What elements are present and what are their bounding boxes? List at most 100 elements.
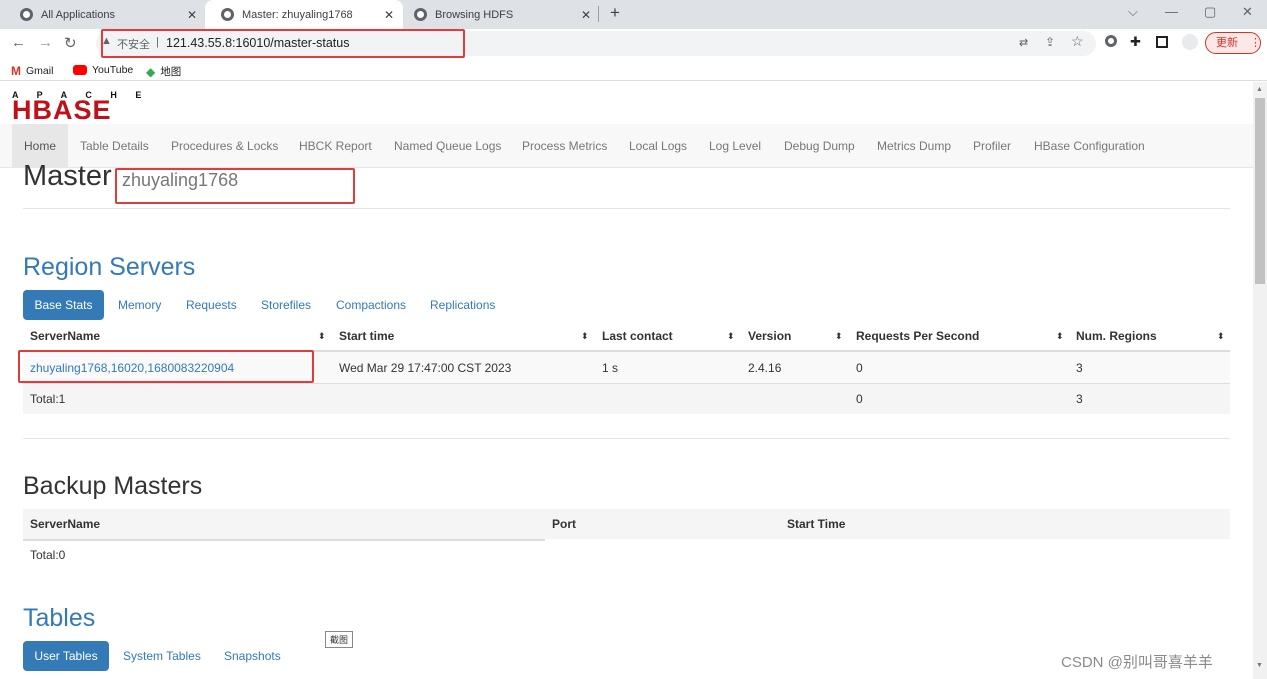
nav-hbck-report[interactable]: HBCK Report (299, 124, 372, 168)
nav-procedures-locks[interactable]: Procedures & Locks (171, 124, 278, 168)
bookmark-gmail[interactable]: M Gmail (11, 64, 53, 78)
globe-icon (414, 8, 427, 21)
bookmark-youtube[interactable]: YouTube (73, 64, 133, 76)
table-total-row (23, 384, 1230, 414)
close-tab-icon[interactable]: ✕ (581, 8, 591, 22)
highlight-box-master (115, 168, 355, 204)
new-tab-button[interactable]: + (610, 3, 620, 23)
tab-divider (598, 6, 599, 22)
restore-icon[interactable]: ▢ (1204, 4, 1216, 20)
sort-icon[interactable]: ⬍ (581, 331, 589, 342)
column-header-servername: ServerName (30, 517, 101, 531)
nav-hbase-configuration[interactable]: HBase Configuration (1034, 124, 1145, 168)
profile-avatar-icon[interactable] (1182, 34, 1198, 50)
bookmark-label: 地图 (160, 66, 182, 78)
tab-label: Browsing HDFS (435, 8, 514, 21)
update-label: 更新 (1216, 37, 1238, 49)
tab-compactions[interactable]: Compactions (336, 290, 406, 320)
bookmark-maps[interactable]: ◆ 地图 (146, 64, 181, 79)
bookmark-star-icon[interactable]: ☆ (1071, 33, 1084, 50)
globe-icon (20, 8, 33, 21)
page-title: Master (23, 160, 112, 192)
close-tab-icon[interactable]: ✕ (384, 8, 394, 22)
cell-start-time: Wed Mar 29 17:47:00 CST 2023 (339, 361, 512, 375)
cell-requests-per-second: 0 (856, 361, 863, 375)
tables-heading[interactable]: Tables (23, 604, 95, 633)
nav-metrics-dump[interactable]: Metrics Dump (877, 124, 951, 168)
page-content: A P A C H E HBASE Home Table Details Pro… (0, 82, 1253, 679)
side-panel-icon[interactable] (1156, 36, 1168, 48)
nav-profiler[interactable]: Profiler (973, 124, 1011, 168)
column-header-port: Port (552, 517, 576, 531)
scrollbar-thumb[interactable] (1255, 98, 1265, 284)
update-button[interactable]: 更新 ⋮ (1205, 32, 1261, 54)
back-icon[interactable]: ← (11, 34, 26, 51)
close-tab-icon[interactable]: ✕ (187, 8, 197, 22)
bookmarks-bar (0, 59, 1267, 81)
sort-icon[interactable]: ⬍ (727, 331, 735, 342)
highlight-box-server (18, 350, 314, 383)
tab-requests[interactable]: Requests (186, 290, 237, 320)
tab-memory[interactable]: Memory (118, 290, 161, 320)
bookmark-label: Gmail (26, 65, 54, 77)
nav-local-logs[interactable]: Local Logs (629, 124, 687, 168)
table-header-divider (23, 539, 545, 541)
nav-log-level[interactable]: Log Level (709, 124, 761, 168)
tab-search-icon[interactable]: ⌵ (1128, 4, 1138, 20)
tab-user-tables[interactable]: User Tables (23, 641, 109, 671)
tab-replications[interactable]: Replications (430, 290, 495, 320)
extension-circle-icon[interactable] (1105, 35, 1117, 47)
gmail-icon: M (11, 64, 21, 78)
scroll-up-icon[interactable]: ▲ (1256, 86, 1263, 93)
maps-icon: ◆ (146, 64, 156, 79)
divider (23, 208, 1230, 209)
sort-icon[interactable]: ⬍ (835, 331, 843, 342)
sort-icon[interactable]: ⬍ (1217, 331, 1225, 342)
tab-snapshots[interactable]: Snapshots (224, 641, 281, 671)
column-header-requests-per-second[interactable]: Requests Per Second (856, 329, 979, 343)
cell-num-regions: 3 (1076, 361, 1083, 375)
sort-icon[interactable]: ⬍ (318, 331, 326, 342)
total-label: Total:0 (30, 548, 66, 562)
tab-base-stats[interactable]: Base Stats (23, 290, 104, 320)
column-header-num-regions[interactable]: Num. Regions (1076, 329, 1157, 343)
extensions-icon[interactable]: ✚ (1130, 34, 1141, 50)
nav-named-queue-logs[interactable]: Named Queue Logs (394, 124, 501, 168)
column-header-start-time: Start Time (787, 517, 846, 531)
sort-icon[interactable]: ⬍ (1056, 331, 1064, 342)
screenshot-tooltip: 截图 (325, 631, 354, 648)
scroll-down-icon[interactable]: ▼ (1256, 662, 1263, 669)
share-icon[interactable]: ⇪ (1045, 35, 1055, 49)
cell-last-contact: 1 s (602, 361, 619, 375)
nav-process-metrics[interactable]: Process Metrics (522, 124, 607, 168)
nav-debug-dump[interactable]: Debug Dump (784, 124, 855, 168)
table-header (23, 509, 1230, 539)
hbase-logo: HBASE (12, 95, 112, 125)
bookmark-label: YouTube (92, 64, 134, 76)
tab-label: Master: zhuyaling1768 (242, 8, 353, 21)
region-servers-heading[interactable]: Region Servers (23, 253, 195, 282)
column-header-servername[interactable]: ServerName (30, 329, 100, 343)
browser-tab-browsing-hdfs[interactable]: Browsing HDFS (398, 0, 598, 29)
divider (23, 438, 1230, 439)
minimize-icon[interactable]: — (1165, 4, 1178, 19)
forward-icon[interactable]: → (38, 34, 53, 51)
column-header-version[interactable]: Version (748, 329, 791, 343)
tab-label: All Applications (41, 8, 115, 21)
tab-storefiles[interactable]: Storefiles (261, 290, 311, 320)
column-header-last-contact[interactable]: Last contact (602, 329, 673, 343)
csdn-watermark: CSDN @别叫哥喜羊羊 (1061, 654, 1213, 671)
reload-icon[interactable]: ↻ (64, 34, 77, 52)
backup-masters-heading: Backup Masters (23, 472, 203, 500)
browser-tab-master[interactable]: Master: zhuyaling1768 (205, 0, 403, 29)
cell-version: 2.4.16 (748, 361, 782, 375)
close-window-icon[interactable]: ✕ (1242, 4, 1253, 20)
browser-tab-all-applications[interactable]: All Applications (4, 0, 204, 29)
translate-icon[interactable]: ⇄ (1019, 36, 1028, 49)
tab-system-tables[interactable]: System Tables (123, 641, 201, 671)
globe-icon (221, 8, 234, 21)
total-label: Total:1 (30, 392, 66, 406)
column-header-start-time[interactable]: Start time (339, 329, 394, 343)
more-menu-icon[interactable]: ⋮ (1250, 33, 1261, 53)
youtube-icon (73, 65, 87, 75)
